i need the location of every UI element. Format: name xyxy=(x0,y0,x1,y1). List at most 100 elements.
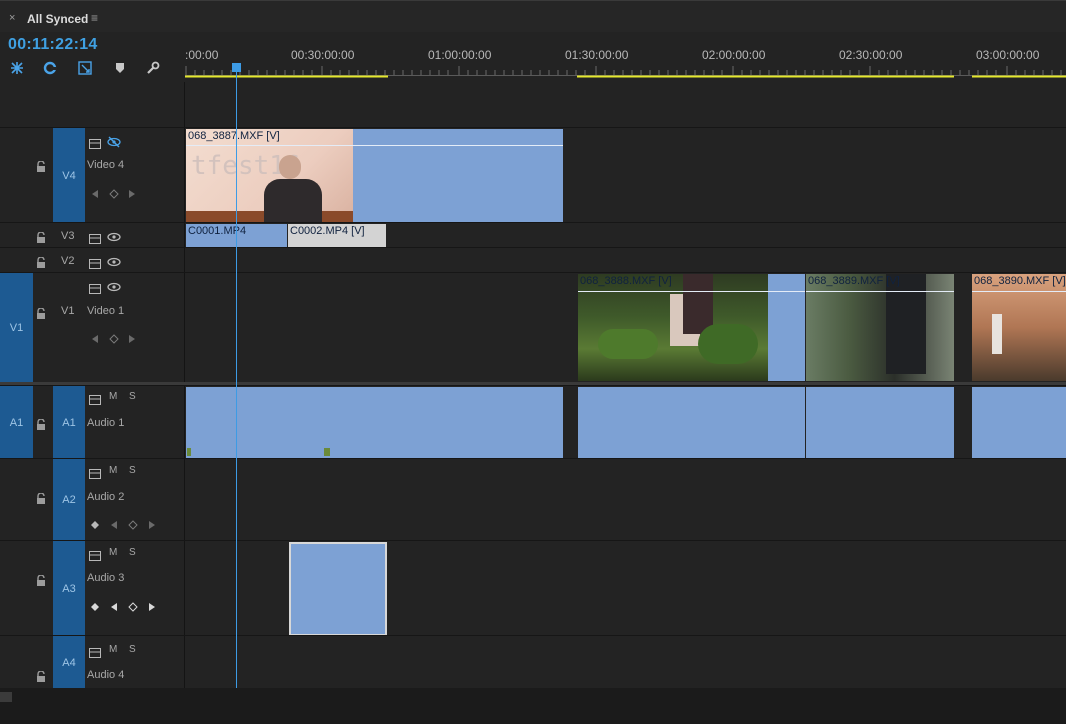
clip-c0002[interactable]: C0002.MP4 [V] xyxy=(288,224,386,248)
playhead-line[interactable] xyxy=(236,68,237,688)
speaker-head xyxy=(279,155,301,179)
clip-header-line xyxy=(186,145,563,146)
mute-button[interactable]: M xyxy=(109,465,117,476)
ruler-tick-label: 01:00:00:00 xyxy=(428,48,492,62)
add-keyframe-icon[interactable] xyxy=(109,331,119,349)
speaker-body xyxy=(264,179,322,223)
lock-icon[interactable] xyxy=(36,573,46,591)
track-code[interactable]: V1 xyxy=(61,305,74,317)
horizontal-scrollbar[interactable] xyxy=(0,688,1066,724)
clip-name: 068_3887.MXF [V] xyxy=(188,130,280,142)
sync-lock-icon[interactable] xyxy=(89,136,101,154)
foliage xyxy=(598,329,658,359)
lock-icon[interactable] xyxy=(36,491,46,509)
close-panel-icon[interactable]: × xyxy=(9,12,15,24)
lock-icon[interactable] xyxy=(36,417,46,435)
playhead-timecode[interactable]: 00:11:22:14 xyxy=(8,36,98,54)
mute-button[interactable]: M xyxy=(109,391,117,402)
target-toggle-a4[interactable]: A4 xyxy=(53,636,85,689)
prev-keyframe-icon[interactable] xyxy=(110,517,118,535)
track-name[interactable]: Audio 2 xyxy=(87,491,124,503)
audio-clip[interactable] xyxy=(186,387,563,459)
wrench-icon[interactable] xyxy=(145,60,161,76)
ruler-tick-label: 00:30:00:00 xyxy=(291,48,355,62)
eye-icon[interactable] xyxy=(107,230,121,248)
audio-clip[interactable] xyxy=(578,387,805,459)
sequence-tab-title[interactable]: All Synced xyxy=(27,12,88,26)
playhead-handle[interactable] xyxy=(232,63,241,72)
scrollbar-thumb[interactable] xyxy=(0,692,12,702)
target-toggle-a2[interactable]: A2 xyxy=(53,459,85,541)
lock-icon[interactable] xyxy=(36,255,46,273)
clip-068-3888[interactable]: 068_3888.MXF [V] xyxy=(578,274,805,381)
lock-icon[interactable] xyxy=(36,230,46,248)
track-name[interactable]: Audio 4 xyxy=(87,669,124,681)
panel-menu-icon[interactable]: ≡ xyxy=(91,11,98,25)
panel-header xyxy=(0,0,1066,32)
track-v1: V1 V1 Video 1 068_3888.MXF [V] 068_3889.… xyxy=(0,272,1066,383)
eye-hidden-icon[interactable] xyxy=(107,135,121,153)
lock-icon[interactable] xyxy=(36,159,46,177)
track-code[interactable]: V3 xyxy=(61,230,74,242)
ruler-ticks xyxy=(185,66,1066,78)
next-keyframe-icon[interactable] xyxy=(128,331,136,349)
clip-068-3887[interactable]: tfest16 068_3887.MXF [V] xyxy=(186,129,563,223)
keyframe-toggle-icon[interactable] xyxy=(90,517,100,535)
audio-clip-selected[interactable] xyxy=(289,542,387,636)
track-name[interactable]: Video 4 xyxy=(87,159,124,171)
clip-name: C0002.MP4 [V] xyxy=(290,225,365,237)
clip-header-line xyxy=(806,291,954,292)
audio-clip[interactable] xyxy=(806,387,954,459)
solo-button[interactable]: S xyxy=(129,547,136,558)
solo-button[interactable]: S xyxy=(129,465,136,476)
clip-header-line xyxy=(578,291,805,292)
mute-button[interactable]: M xyxy=(109,644,117,655)
source-patch-a1[interactable]: A1 xyxy=(0,386,33,459)
eye-icon[interactable] xyxy=(107,255,121,273)
ruler-tick-label: 01:30:00:00 xyxy=(565,48,629,62)
sync-lock-icon[interactable] xyxy=(89,392,101,410)
add-marker-type-icon[interactable] xyxy=(77,60,93,76)
track-code[interactable]: V2 xyxy=(61,255,74,267)
source-patch-v1[interactable]: V1 xyxy=(0,273,33,383)
track-name[interactable]: Audio 1 xyxy=(87,417,124,429)
ruler-tick-label: 03:00:00:00 xyxy=(976,48,1040,62)
prev-keyframe-icon[interactable] xyxy=(91,186,99,204)
next-keyframe-icon[interactable] xyxy=(148,599,156,617)
add-keyframe-icon[interactable] xyxy=(109,186,119,204)
lock-icon[interactable] xyxy=(36,306,46,324)
track-name[interactable]: Audio 3 xyxy=(87,572,124,584)
add-keyframe-icon[interactable] xyxy=(128,599,138,617)
solo-button[interactable]: S xyxy=(129,391,136,402)
marker-icon[interactable] xyxy=(112,60,128,76)
add-keyframe-icon[interactable] xyxy=(128,517,138,535)
clip-068-3889[interactable]: 068_3889.MXF [V] xyxy=(806,274,954,381)
mute-button[interactable]: M xyxy=(109,547,117,558)
sync-lock-icon[interactable] xyxy=(89,466,101,484)
clip-thumbnail: tfest16 xyxy=(186,129,353,223)
audio-clip[interactable] xyxy=(972,387,1066,459)
track-v4: V4 Video 4 tfest16 068_3887.MXF [V] xyxy=(0,127,1066,223)
lock-icon[interactable] xyxy=(36,669,46,687)
sync-lock-icon[interactable] xyxy=(89,645,101,663)
target-toggle-a3[interactable]: A3 xyxy=(53,541,85,636)
sync-lock-icon[interactable] xyxy=(89,281,101,299)
prev-keyframe-icon[interactable] xyxy=(91,331,99,349)
target-toggle-a1[interactable]: A1 xyxy=(53,386,85,459)
ruler-tick-label: :00:00 xyxy=(185,48,219,62)
linked-selection-icon[interactable] xyxy=(42,60,58,76)
next-keyframe-icon[interactable] xyxy=(128,186,136,204)
track-a4: A4 M S Audio 4 xyxy=(0,635,1066,689)
snap-icon[interactable] xyxy=(9,60,25,76)
marker xyxy=(324,448,330,456)
eye-icon[interactable] xyxy=(107,280,121,298)
sync-lock-icon[interactable] xyxy=(89,548,101,566)
keyframe-toggle-icon[interactable] xyxy=(90,599,100,617)
clip-068-3890[interactable]: 068_3890.MXF [V] xyxy=(972,274,1066,381)
target-toggle-v4[interactable]: V4 xyxy=(53,128,85,223)
next-keyframe-icon[interactable] xyxy=(148,517,156,535)
clip-name: 068_3890.MXF [V] xyxy=(974,275,1066,287)
track-name[interactable]: Video 1 xyxy=(87,305,124,317)
prev-keyframe-icon[interactable] xyxy=(110,599,118,617)
solo-button[interactable]: S xyxy=(129,644,136,655)
